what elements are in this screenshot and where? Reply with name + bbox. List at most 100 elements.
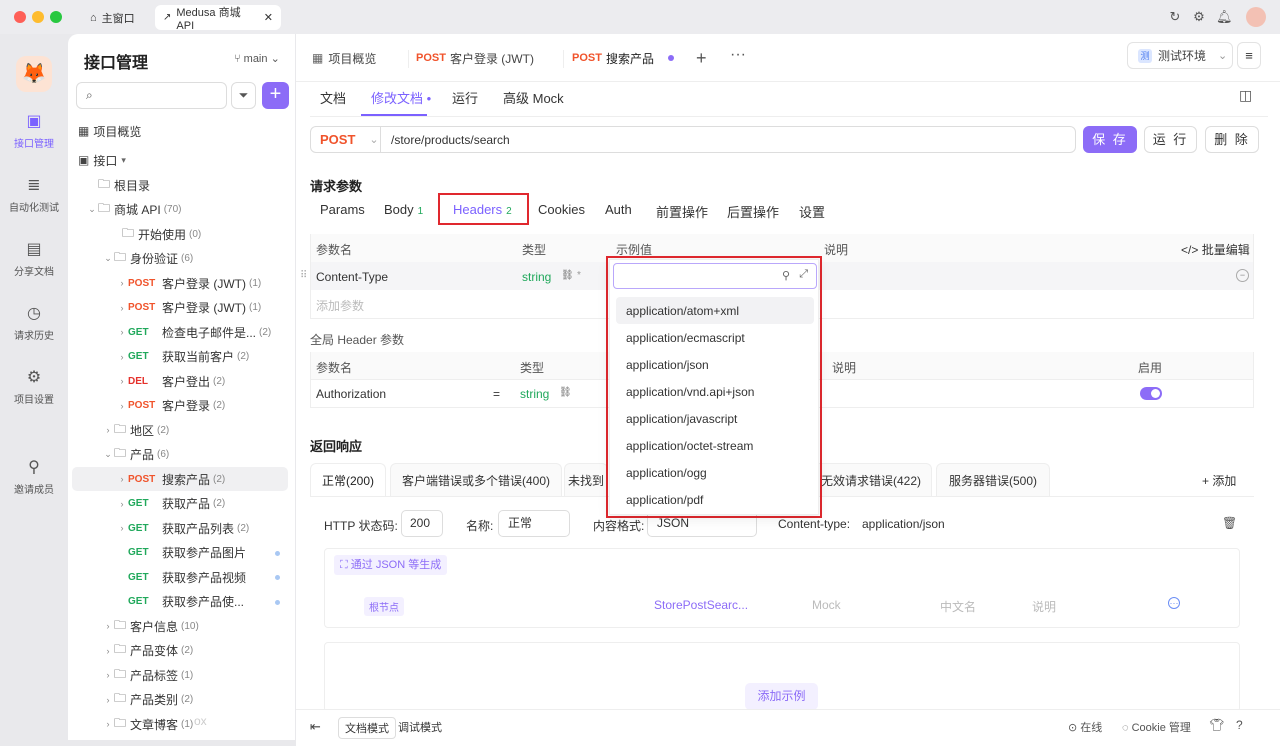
chevron-right-icon[interactable]: › — [102, 646, 114, 656]
cn-name-field[interactable]: 中文名 — [940, 598, 976, 615]
schema-ref-link[interactable]: StorePostSearc... — [654, 598, 748, 612]
chevron-right-icon[interactable]: › — [116, 327, 128, 337]
collapse-icon[interactable]: ⇤ — [310, 719, 321, 735]
chevron-down-icon[interactable]: ⌄ — [102, 449, 114, 460]
response-tab-500[interactable]: 服务器错误(500) — [936, 463, 1050, 496]
status-code-input[interactable]: 200 — [401, 510, 443, 537]
tab-post-ops[interactable]: 后置操作 — [727, 202, 779, 221]
pin-icon[interactable]: ⚲ — [782, 269, 790, 282]
tree-endpoint-item[interactable]: GET 获取参产品视频 — [72, 565, 288, 589]
rail-item-settings[interactable]: ⚙ 项目设置 — [0, 368, 68, 406]
tree-folder-item[interactable]: › 🗀︎ 地区 (2) — [72, 418, 288, 442]
tree-endpoint-item[interactable]: › POST 客户登录 (2) — [72, 394, 288, 418]
gear-icon[interactable]: ⚙ — [1192, 10, 1206, 24]
more-icon[interactable]: ··· — [730, 46, 746, 64]
window-tab-main[interactable]: ⌂ 主窗口 — [82, 5, 143, 30]
chevron-right-icon[interactable]: › — [116, 376, 128, 386]
tree-folder-item[interactable]: › 🗀︎ 文章博客 (1) — [72, 712, 288, 736]
delete-button[interactable]: 删 除 — [1205, 126, 1259, 153]
tab-settings[interactable]: 设置 — [799, 202, 825, 221]
desc-field[interactable]: 说明 — [1032, 598, 1056, 615]
tree-search-input[interactable]: ⌕ — [76, 82, 227, 109]
chevron-right-icon[interactable]: › — [102, 621, 114, 631]
chevron-right-icon[interactable]: › — [116, 352, 128, 362]
more-options-icon[interactable]: ··· — [1168, 597, 1180, 609]
chevron-down-icon[interactable]: ⌄ — [86, 204, 98, 215]
doc-tab-overview[interactable]: ▦ 项目概览 — [304, 44, 384, 72]
drag-handle-icon[interactable]: ⠿ — [300, 270, 307, 281]
branch-selector[interactable]: ⑂ main ⌄ — [234, 52, 280, 65]
window-tab-project[interactable]: ↗ Medusa 商城 API ✕ — [155, 5, 281, 32]
new-tab-button[interactable]: + — [696, 48, 707, 69]
project-logo[interactable]: 🦊 — [16, 56, 52, 92]
chevron-right-icon[interactable]: › — [102, 719, 114, 729]
tab-params[interactable]: Params — [320, 202, 365, 217]
tab-headers[interactable]: Headers 2 — [453, 202, 512, 217]
tree-endpoint-item[interactable]: › DEL 客户登出 (2) — [72, 369, 288, 393]
run-button[interactable]: 运 行 — [1144, 126, 1197, 153]
tree-folder-item[interactable]: 🗀︎ 根目录 — [72, 173, 288, 197]
tab-body[interactable]: Body 1 — [384, 202, 423, 217]
dropdown-option[interactable]: application/ogg — [616, 459, 814, 486]
close-window-button[interactable] — [14, 11, 26, 23]
generate-json-button[interactable]: ⛶ 通过 JSON 等生成 — [334, 555, 448, 575]
method-select[interactable]: POST ⌄ — [311, 127, 381, 152]
dropdown-option[interactable]: application/ecmascript — [616, 324, 814, 351]
tree-api-root[interactable]: ▣ 接口 ▾ — [78, 148, 294, 172]
environment-select[interactable]: 测测试环境 ⌄ — [1127, 42, 1233, 69]
panel-toggle-icon[interactable]: ◫ — [1239, 87, 1252, 104]
doc-mode-button[interactable]: 文档模式 — [338, 717, 396, 739]
subtab-advanced-mock[interactable]: 高级 Mock — [503, 88, 564, 107]
doc-tab-login-jwt[interactable]: POST 客户登录 (JWT) — [408, 44, 542, 72]
chevron-right-icon[interactable]: › — [116, 499, 128, 509]
chevron-down-icon[interactable]: ⌄ — [102, 253, 114, 264]
rail-item-api[interactable]: ▣ 接口管理 — [0, 112, 68, 150]
tab-cookies[interactable]: Cookies — [538, 202, 585, 217]
menu-button[interactable]: ≡ — [1237, 42, 1261, 69]
close-tab-icon[interactable]: ✕ — [264, 11, 273, 24]
tree-folder-item[interactable]: 🗀︎ 开始使用 (0) — [72, 222, 288, 246]
user-avatar[interactable] — [1246, 7, 1266, 27]
bell-icon[interactable]: 🔔︎ — [1216, 10, 1233, 24]
minimize-window-button[interactable] — [32, 11, 44, 23]
maximize-window-button[interactable] — [50, 11, 62, 23]
tree-folder-item[interactable]: › 🗀︎ 产品类别 (2) — [72, 688, 288, 712]
rail-item-invite[interactable]: ⚲ 邀请成员 — [0, 458, 68, 496]
chevron-right-icon[interactable]: › — [116, 474, 128, 484]
help-icon[interactable]: ? — [1236, 718, 1243, 732]
chevron-right-icon[interactable]: › — [116, 278, 128, 288]
response-tab-400[interactable]: 客户端错误或多个错误(400) — [390, 463, 562, 496]
rail-item-share[interactable]: ▤ 分享文档 — [0, 240, 68, 278]
filter-button[interactable]: ⏷ — [231, 82, 256, 109]
remove-icon[interactable]: − — [1236, 269, 1249, 282]
tree-endpoint-item[interactable]: GET 获取参产品使... — [72, 590, 288, 614]
bulk-edit-button[interactable]: </> 批量编辑 — [1181, 241, 1250, 258]
required-icon[interactable]: * — [577, 270, 581, 281]
param-name-cell[interactable]: Content-Type — [316, 270, 388, 284]
response-tab-200[interactable]: 正常(200) — [310, 463, 386, 496]
tree-folder-item[interactable]: › 🗀︎ 产品标签 (1) — [72, 663, 288, 687]
dropdown-option[interactable]: application/vnd.api+json — [616, 378, 814, 405]
subtab-edit-doc[interactable]: 修改文档 • — [371, 88, 431, 107]
chevron-right-icon[interactable]: › — [116, 303, 128, 313]
response-tab-404[interactable]: 未找到 — [564, 463, 608, 496]
tree-folder-item[interactable]: › 🗀︎ 产品变体 (2) — [72, 639, 288, 663]
online-status[interactable]: ⊙ 在线 — [1068, 719, 1102, 735]
tree-endpoint-item[interactable]: › POST 搜索产品 (2) — [72, 467, 288, 491]
response-tab-422[interactable]: 无效请求错误(422) — [810, 463, 932, 496]
dropdown-option[interactable]: application/octet-stream — [616, 432, 814, 459]
save-button[interactable]: 保 存 — [1083, 126, 1137, 153]
expand-icon[interactable]: ⤢ — [799, 268, 808, 281]
add-example-button[interactable]: 添加示例 — [745, 683, 818, 710]
dropdown-option[interactable]: application/json — [616, 351, 814, 378]
tree-endpoint-item[interactable]: GET 获取参产品图片 — [72, 541, 288, 565]
url-input[interactable]: /store/products/search — [381, 133, 510, 147]
enable-toggle[interactable] — [1140, 387, 1162, 400]
doc-tab-search-products[interactable]: POST 搜索产品 — [564, 44, 682, 72]
cookie-manager-button[interactable]: ◌ Cookie 管理 — [1122, 719, 1191, 735]
tree-overview[interactable]: ▦ 项目概览 — [78, 119, 294, 143]
mock-field[interactable]: Mock — [812, 598, 841, 612]
add-button[interactable]: + — [262, 82, 289, 109]
chevron-right-icon[interactable]: › — [116, 401, 128, 411]
tree-endpoint-item[interactable]: › GET 获取产品 (2) — [72, 492, 288, 516]
